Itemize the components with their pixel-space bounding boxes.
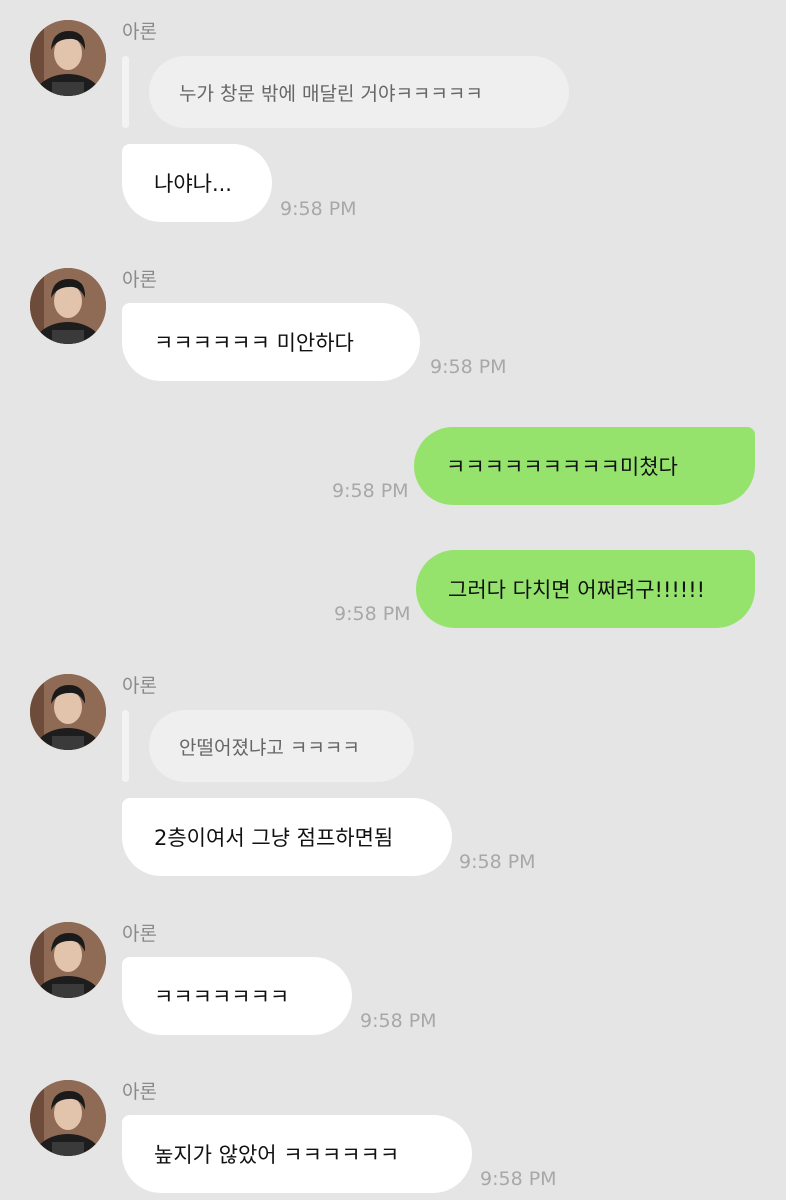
message-bubble-outgoing[interactable]: 그러다 다치면 어쩌려구!!!!!!	[416, 550, 755, 628]
reply-indicator-bar	[122, 710, 129, 782]
avatar[interactable]	[30, 268, 106, 344]
avatar-photo	[30, 674, 106, 750]
quoted-message[interactable]: 누가 창문 밖에 매달린 거야ㅋㅋㅋㅋㅋ	[149, 56, 569, 128]
message-timestamp: 9:58 PM	[334, 603, 411, 625]
avatar-photo	[30, 1080, 106, 1156]
avatar[interactable]	[30, 1080, 106, 1156]
message-bubble-incoming[interactable]: 나야나...	[122, 144, 272, 222]
message-bubble-outgoing[interactable]: ㅋㅋㅋㅋㅋㅋㅋㅋㅋ미쳤다	[414, 427, 755, 505]
message-timestamp: 9:58 PM	[430, 356, 507, 378]
message-timestamp: 9:58 PM	[332, 480, 409, 502]
message-bubble-incoming[interactable]: ㅋㅋㅋㅋㅋㅋ 미안하다	[122, 303, 420, 381]
avatar-photo	[30, 268, 106, 344]
quoted-message[interactable]: 안떨어졌냐고 ㅋㅋㅋㅋ	[149, 710, 414, 782]
sender-name: 아론	[122, 923, 157, 945]
message-timestamp: 9:58 PM	[480, 1168, 557, 1190]
message-bubble-incoming[interactable]: ㅋㅋㅋㅋㅋㅋㅋ	[122, 957, 352, 1035]
avatar[interactable]	[30, 922, 106, 998]
sender-name: 아론	[122, 675, 157, 697]
avatar-photo	[30, 20, 106, 96]
sender-name: 아론	[122, 1081, 157, 1103]
sender-name: 아론	[122, 21, 157, 43]
message-bubble-incoming[interactable]: 높지가 않았어 ㅋㅋㅋㅋㅋㅋ	[122, 1115, 472, 1193]
sender-name: 아론	[122, 269, 157, 291]
message-bubble-incoming[interactable]: 2층이여서 그냥 점프하면됨	[122, 798, 452, 876]
reply-indicator-bar	[122, 56, 129, 128]
avatar-photo	[30, 922, 106, 998]
avatar[interactable]	[30, 674, 106, 750]
message-timestamp: 9:58 PM	[280, 198, 357, 220]
message-timestamp: 9:58 PM	[360, 1010, 437, 1032]
avatar[interactable]	[30, 20, 106, 96]
message-timestamp: 9:58 PM	[459, 851, 536, 873]
